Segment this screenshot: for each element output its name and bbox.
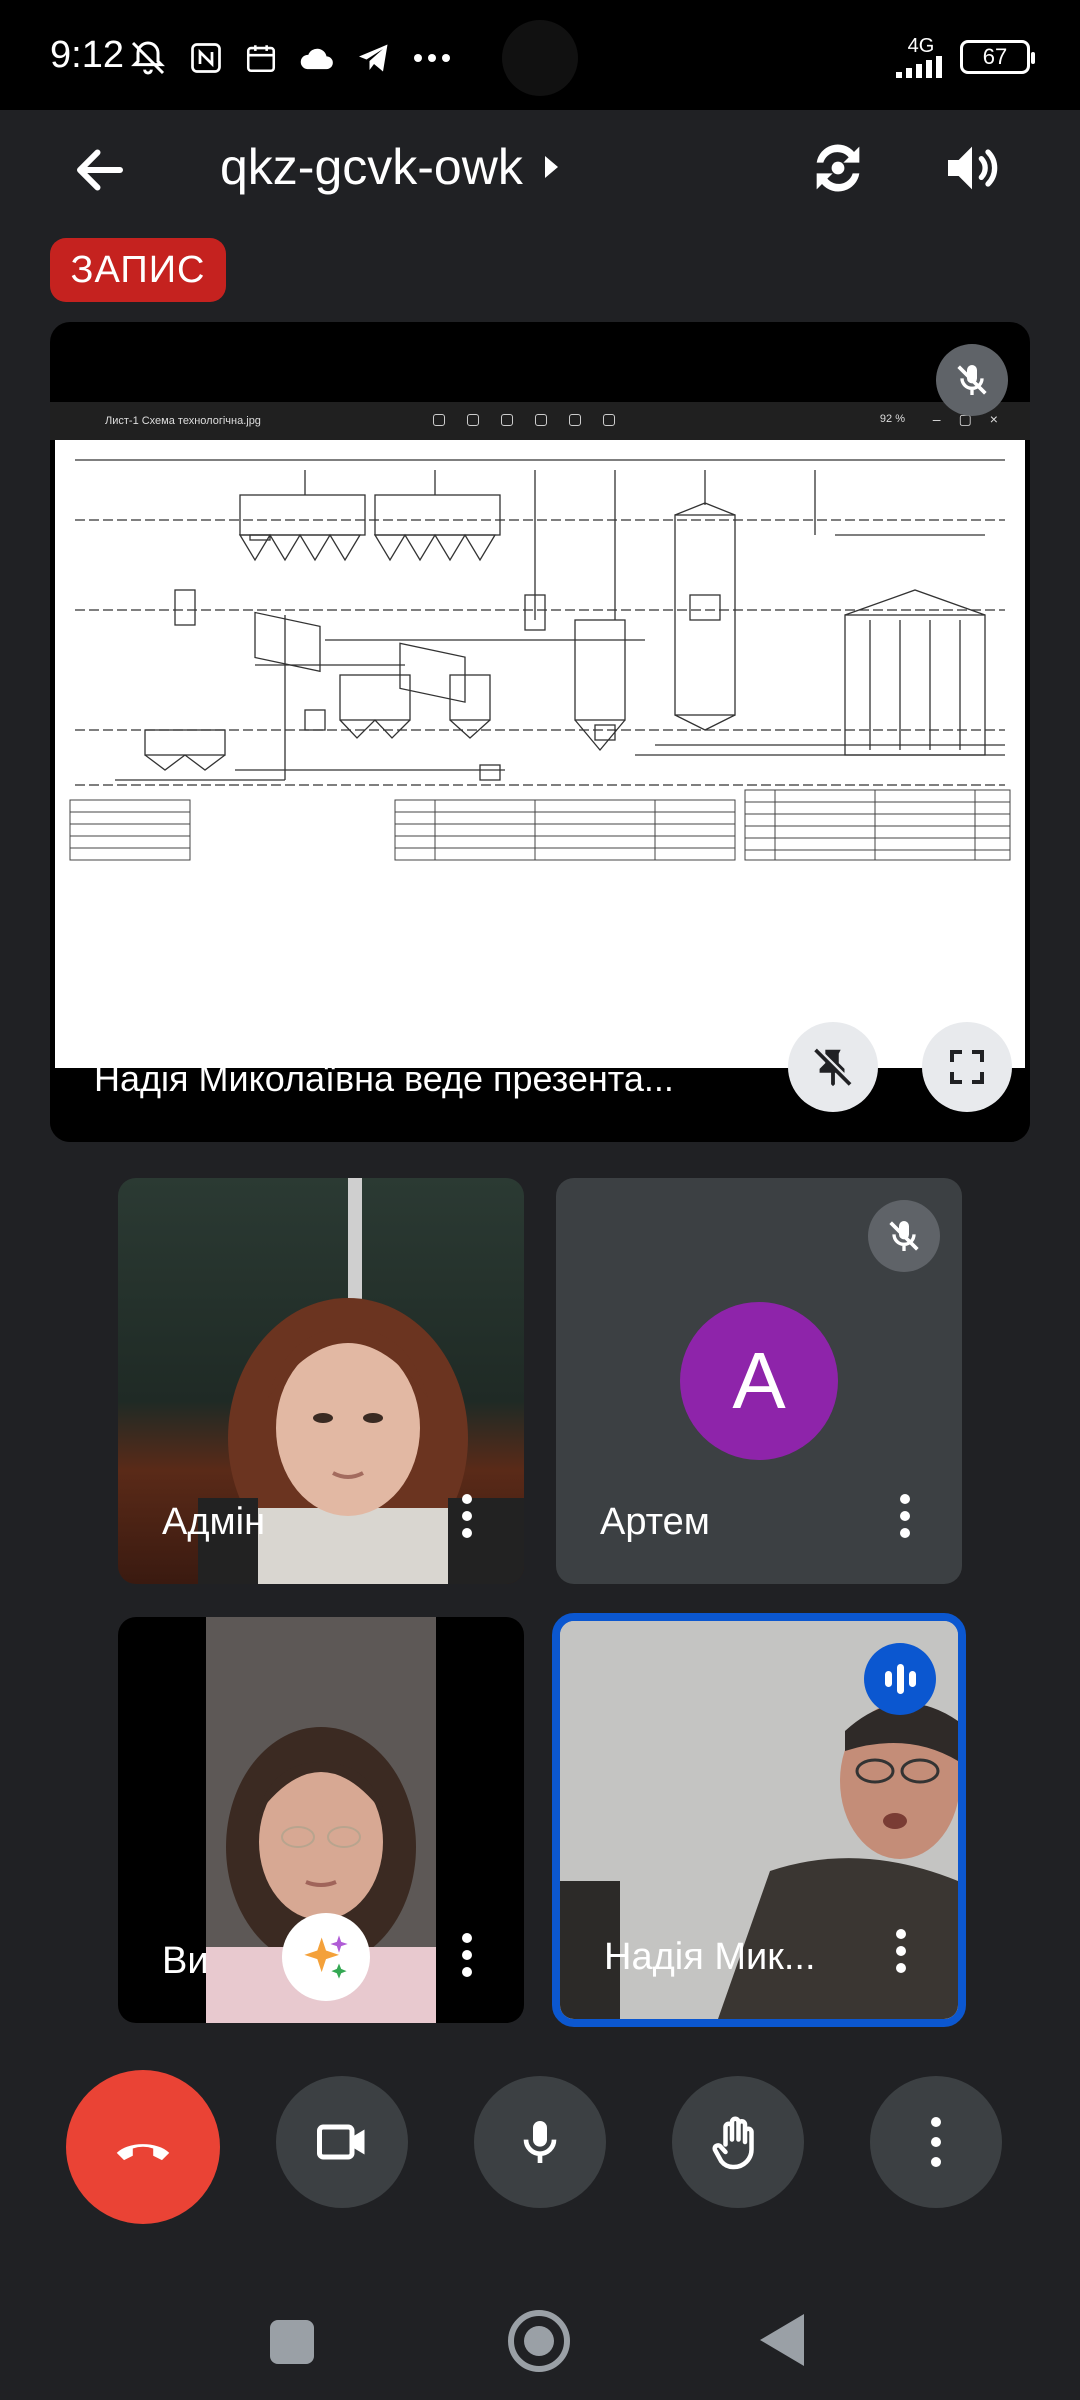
meeting-code: qkz-gcvk-owk: [220, 139, 523, 195]
process-scheme-drawing: [69, 459, 1011, 861]
presenter-label: Надія Миколаївна веде презента...: [94, 1058, 674, 1099]
meeting-header: qkz-gcvk-owk: [0, 110, 1080, 230]
unpin-button[interactable]: [788, 1022, 878, 1112]
battery-level: 67: [982, 44, 1008, 69]
switch-camera-icon[interactable]: [806, 136, 870, 200]
more-vert-icon: [931, 2117, 941, 2167]
more-options-icon[interactable]: [462, 1494, 472, 1538]
status-right: 4G 67: [896, 35, 1035, 78]
home-icon[interactable]: [508, 2310, 570, 2372]
system-navigation-bar: [0, 2270, 1080, 2400]
viewer-tool-icons: [433, 414, 615, 426]
participant-name: Адмін: [162, 1501, 266, 1543]
mic-off-icon: [868, 1200, 940, 1272]
back-arrow-icon[interactable]: [70, 140, 130, 200]
chevron-right-icon: [544, 156, 558, 178]
call-controls: [0, 2060, 1080, 2240]
speaking-indicator-icon: [864, 1643, 936, 1715]
document-zoom: 92 %: [879, 413, 905, 425]
nfc-icon: [191, 43, 221, 73]
more-options-icon[interactable]: [462, 1933, 472, 1977]
document-viewer-toolbar: Лист-1 Схема технологічна.jpg 92 % –▢×: [50, 402, 1030, 440]
calendar-icon: [246, 45, 276, 73]
document-title: Лист-1 Схема технологічна.jpg: [105, 415, 261, 427]
meeting-title[interactable]: qkz-gcvk-owk: [220, 138, 558, 196]
participant-tile-artem[interactable]: А Артем: [556, 1178, 962, 1584]
more-horiz-icon: [414, 54, 450, 62]
microphone-icon: [523, 2121, 557, 2163]
battery-icon: 67: [960, 40, 1035, 74]
bell-off-icon: [131, 41, 165, 75]
network-type: 4G: [907, 35, 935, 57]
more-options-icon[interactable]: [896, 1929, 906, 1973]
avatar: А: [680, 1302, 838, 1460]
effects-button[interactable]: [282, 1913, 370, 2001]
status-bar: 9:12 4G 67: [0, 0, 1080, 110]
participant-name: Артем: [600, 1501, 710, 1543]
sparkle-effects-icon: [304, 1935, 348, 1979]
camera-toggle-button[interactable]: [276, 2076, 408, 2208]
status-notification-icons: [128, 38, 452, 78]
telegram-icon: [359, 44, 388, 72]
participant-tile-admin[interactable]: Адмін: [118, 1178, 524, 1584]
presentation-tile[interactable]: Лист-1 Схема технологічна.jpg 92 % –▢× Н…: [50, 322, 1030, 1142]
video-camera-icon: [317, 2124, 365, 2160]
mic-off-icon: [936, 344, 1008, 416]
unpin-icon: [814, 1047, 853, 1087]
camera-cutout: [502, 20, 578, 96]
more-options-button[interactable]: [870, 2076, 1002, 2208]
end-call-button[interactable]: [66, 2070, 220, 2224]
raise-hand-icon: [712, 2116, 754, 2170]
status-time: 9:12: [50, 34, 124, 76]
participant-tile-nadia[interactable]: Надія Мик...: [552, 1613, 966, 2027]
more-options-icon[interactable]: [900, 1494, 910, 1538]
recording-badge: ЗАПИС: [50, 238, 226, 302]
technical-drawing: [55, 440, 1025, 1068]
participant-name: Надія Мик...: [604, 1936, 816, 1978]
speaker-volume-icon[interactable]: [940, 136, 1004, 200]
fullscreen-button[interactable]: [922, 1022, 1012, 1112]
nav-back-icon[interactable]: [760, 2314, 804, 2366]
phone-hangup-icon: [116, 2144, 170, 2161]
recents-icon[interactable]: [270, 2320, 314, 2364]
signal-icon: [896, 56, 942, 78]
participant-name: Ви: [162, 1940, 209, 1982]
microphone-toggle-button[interactable]: [474, 2076, 606, 2208]
fullscreen-icon: [950, 1050, 984, 1084]
participant-tile-self[interactable]: Ви: [118, 1617, 524, 2023]
cloud-icon: [300, 48, 333, 70]
raise-hand-button[interactable]: [672, 2076, 804, 2208]
